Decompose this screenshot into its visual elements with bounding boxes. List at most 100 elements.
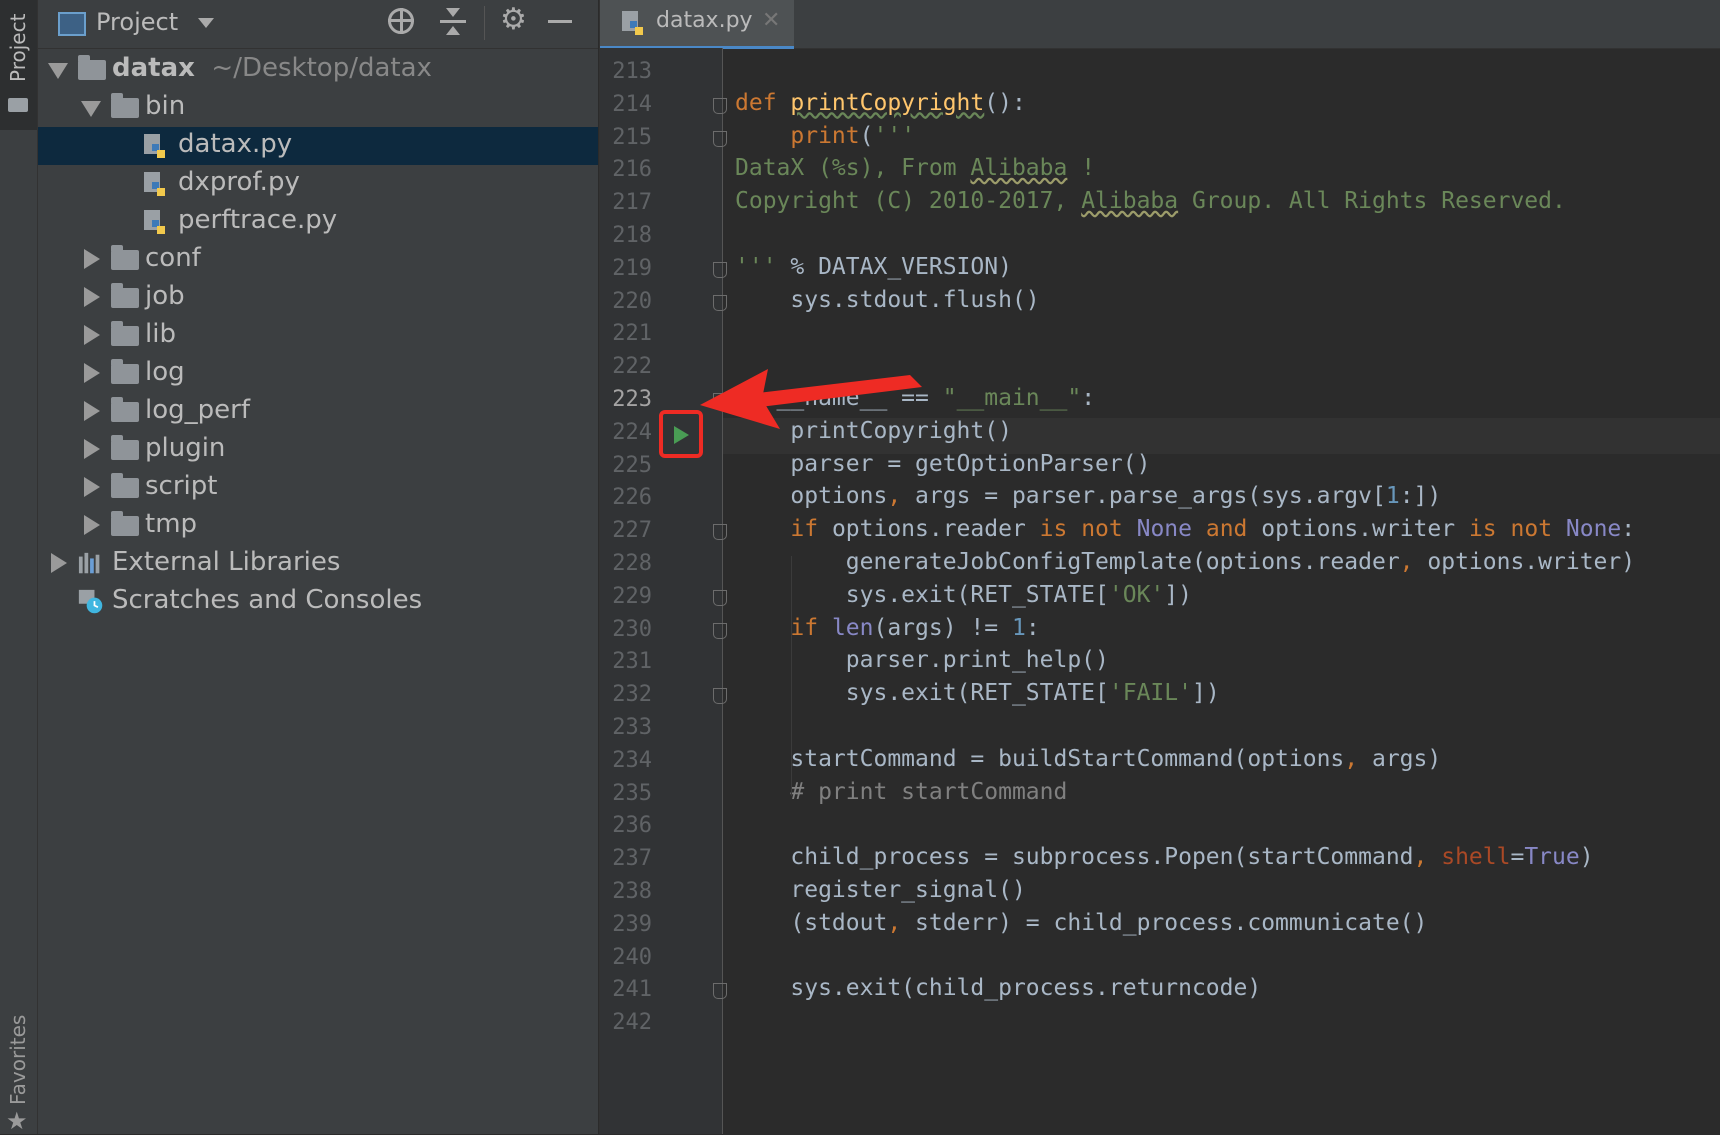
favorites-tool-tab[interactable]: Favorites ★ (0, 995, 37, 1135)
folder-icon (111, 473, 139, 498)
code-token: # print startCommand (735, 778, 1068, 805)
expanded-arrow-icon[interactable] (48, 63, 68, 79)
fold-marker-icon[interactable] (713, 622, 727, 639)
code-line[interactable]: print(''' (735, 123, 915, 149)
scratches-icon (78, 589, 103, 614)
code-line[interactable]: (stdout, stderr) = child_process.communi… (735, 910, 1427, 936)
fold-marker-icon[interactable] (713, 294, 727, 311)
gear-icon[interactable]: ⚙ (500, 2, 527, 37)
expanded-arrow-icon[interactable] (81, 101, 101, 117)
code-token: , (1413, 844, 1442, 871)
code-token: : (1025, 614, 1040, 641)
tree-item-plugin[interactable]: plugin (38, 431, 598, 469)
code-line[interactable]: sys.exit(RET_STATE['OK']) (735, 582, 1192, 608)
collapse-all-icon[interactable] (440, 8, 466, 36)
fold-marker-icon[interactable] (713, 130, 727, 147)
line-number: 232 (612, 682, 652, 708)
line-number: 239 (612, 911, 652, 937)
tree-item-tmp[interactable]: tmp (38, 507, 598, 545)
close-icon[interactable]: ✕ (762, 8, 780, 33)
line-number: 221 (612, 321, 652, 347)
fold-marker-icon[interactable] (713, 97, 727, 114)
python-file-icon (144, 134, 165, 158)
code-line[interactable]: startCommand = buildStartCommand(options… (735, 746, 1441, 772)
code-line[interactable]: if len(args) != 1: (735, 614, 1040, 641)
code-line[interactable]: def printCopyright(): (735, 90, 1026, 116)
line-number: 233 (612, 715, 652, 740)
tree-item-datax-py[interactable]: datax.py (38, 127, 598, 165)
code-line[interactable]: options, args = parser.parse_args(sys.ar… (735, 483, 1441, 509)
tree-item-log[interactable]: log (38, 355, 598, 393)
code-token: True (1524, 844, 1580, 871)
tree-item-external-libraries[interactable]: External Libraries (38, 545, 598, 583)
tree-item-label: perftrace.py (178, 205, 337, 235)
code-line[interactable]: parser = getOptionParser() (735, 451, 1150, 477)
code-token: Copyright (C) 2010-2017, (735, 188, 1082, 215)
collapsed-arrow-icon[interactable] (84, 287, 100, 307)
minimize-icon[interactable] (548, 20, 572, 23)
code-line[interactable]: child_process = subprocess.Popen(startCo… (735, 844, 1593, 871)
fold-marker-icon[interactable] (713, 261, 727, 278)
collapsed-arrow-icon[interactable] (84, 477, 100, 497)
fold-marker-icon[interactable] (713, 524, 727, 541)
code-token: and (1205, 516, 1262, 543)
tree-item-script[interactable]: script (38, 469, 598, 507)
code-token: None (1136, 516, 1206, 543)
collapsed-arrow-icon[interactable] (84, 439, 100, 459)
tree-item-path: ~/Desktop/datax (194, 53, 432, 83)
tree-item-name: External Libraries (112, 547, 341, 577)
code-line[interactable]: ''' % DATAX_VERSION) (735, 254, 1012, 280)
tree-item-scratches-and-consoles[interactable]: Scratches and Consoles (38, 583, 598, 621)
project-tool-label: Project (6, 13, 30, 82)
tree-item-dxprof-py[interactable]: dxprof.py (38, 165, 598, 203)
locate-icon[interactable] (388, 8, 414, 34)
code-line[interactable]: sys.exit(RET_STATE['FAIL']) (735, 680, 1220, 706)
code-line[interactable]: Copyright (C) 2010-2017, Alibaba Group. … (735, 188, 1566, 214)
fold-marker-icon[interactable] (713, 983, 727, 1000)
tree-item-name: dxprof.py (178, 167, 300, 197)
collapsed-arrow-icon[interactable] (84, 515, 100, 535)
tree-item-name: log_perf (145, 395, 250, 425)
tree-item-perftrace-py[interactable]: perftrace.py (38, 203, 598, 241)
collapsed-arrow-icon[interactable] (84, 249, 100, 269)
project-view-selector[interactable]: Project (96, 8, 214, 36)
collapsed-arrow-icon[interactable] (84, 325, 100, 345)
tree-item-label: log_perf (145, 395, 250, 425)
tree-item-name: bin (145, 91, 186, 121)
editor-tab-bar: datax.py ✕ (600, 0, 1720, 49)
library-icon (78, 552, 100, 574)
code-token: % DATAX_VERSION) (776, 253, 1012, 280)
tree-item-label: conf (145, 243, 201, 273)
tree-item-job[interactable]: job (38, 279, 598, 317)
run-icon[interactable] (674, 426, 689, 444)
tab-datax-py[interactable]: datax.py ✕ (600, 0, 794, 49)
collapsed-arrow-icon[interactable] (84, 401, 100, 421)
tree-item-lib[interactable]: lib (38, 317, 598, 355)
line-number: 236 (612, 813, 652, 839)
line-number: 224 (612, 419, 652, 445)
tree-item-conf[interactable]: conf (38, 241, 598, 279)
collapsed-arrow-icon[interactable] (84, 363, 100, 383)
tree-item-datax[interactable]: datax ~/Desktop/datax (38, 51, 598, 89)
editor-area: datax.py ✕ 213 214 215 216 217 218 219 220 221 22… (599, 0, 1720, 1134)
code-line[interactable]: generateJobConfigTemplate(options.reader… (735, 549, 1635, 575)
code-line[interactable]: if options.reader is not None and option… (735, 516, 1635, 542)
code-token: options.reader (831, 516, 1040, 543)
tree-item-log-perf[interactable]: log_perf (38, 393, 598, 431)
folder-icon (111, 93, 139, 118)
code-line[interactable]: DataX (%s), From Alibaba ! (735, 155, 1095, 181)
project-view-label: Project (96, 8, 179, 36)
tree-item-bin[interactable]: bin (38, 89, 598, 127)
tree-item-label: plugin (145, 433, 225, 463)
project-tool-tab[interactable]: Project (0, 0, 37, 130)
code-line[interactable]: # print startCommand (735, 779, 1067, 805)
code-line[interactable]: sys.stdout.flush() (735, 287, 1039, 313)
tree-item-label: job (145, 281, 185, 311)
fold-marker-icon[interactable] (713, 589, 727, 606)
collapsed-arrow-icon[interactable] (51, 553, 67, 573)
code-token: "__main__" (942, 385, 1082, 411)
code-line[interactable]: sys.exit(child_process.returncode) (735, 975, 1261, 1001)
code-line[interactable]: register_signal() (735, 877, 1025, 903)
tree-item-name: job (145, 281, 185, 311)
fold-marker-icon[interactable] (713, 688, 727, 705)
